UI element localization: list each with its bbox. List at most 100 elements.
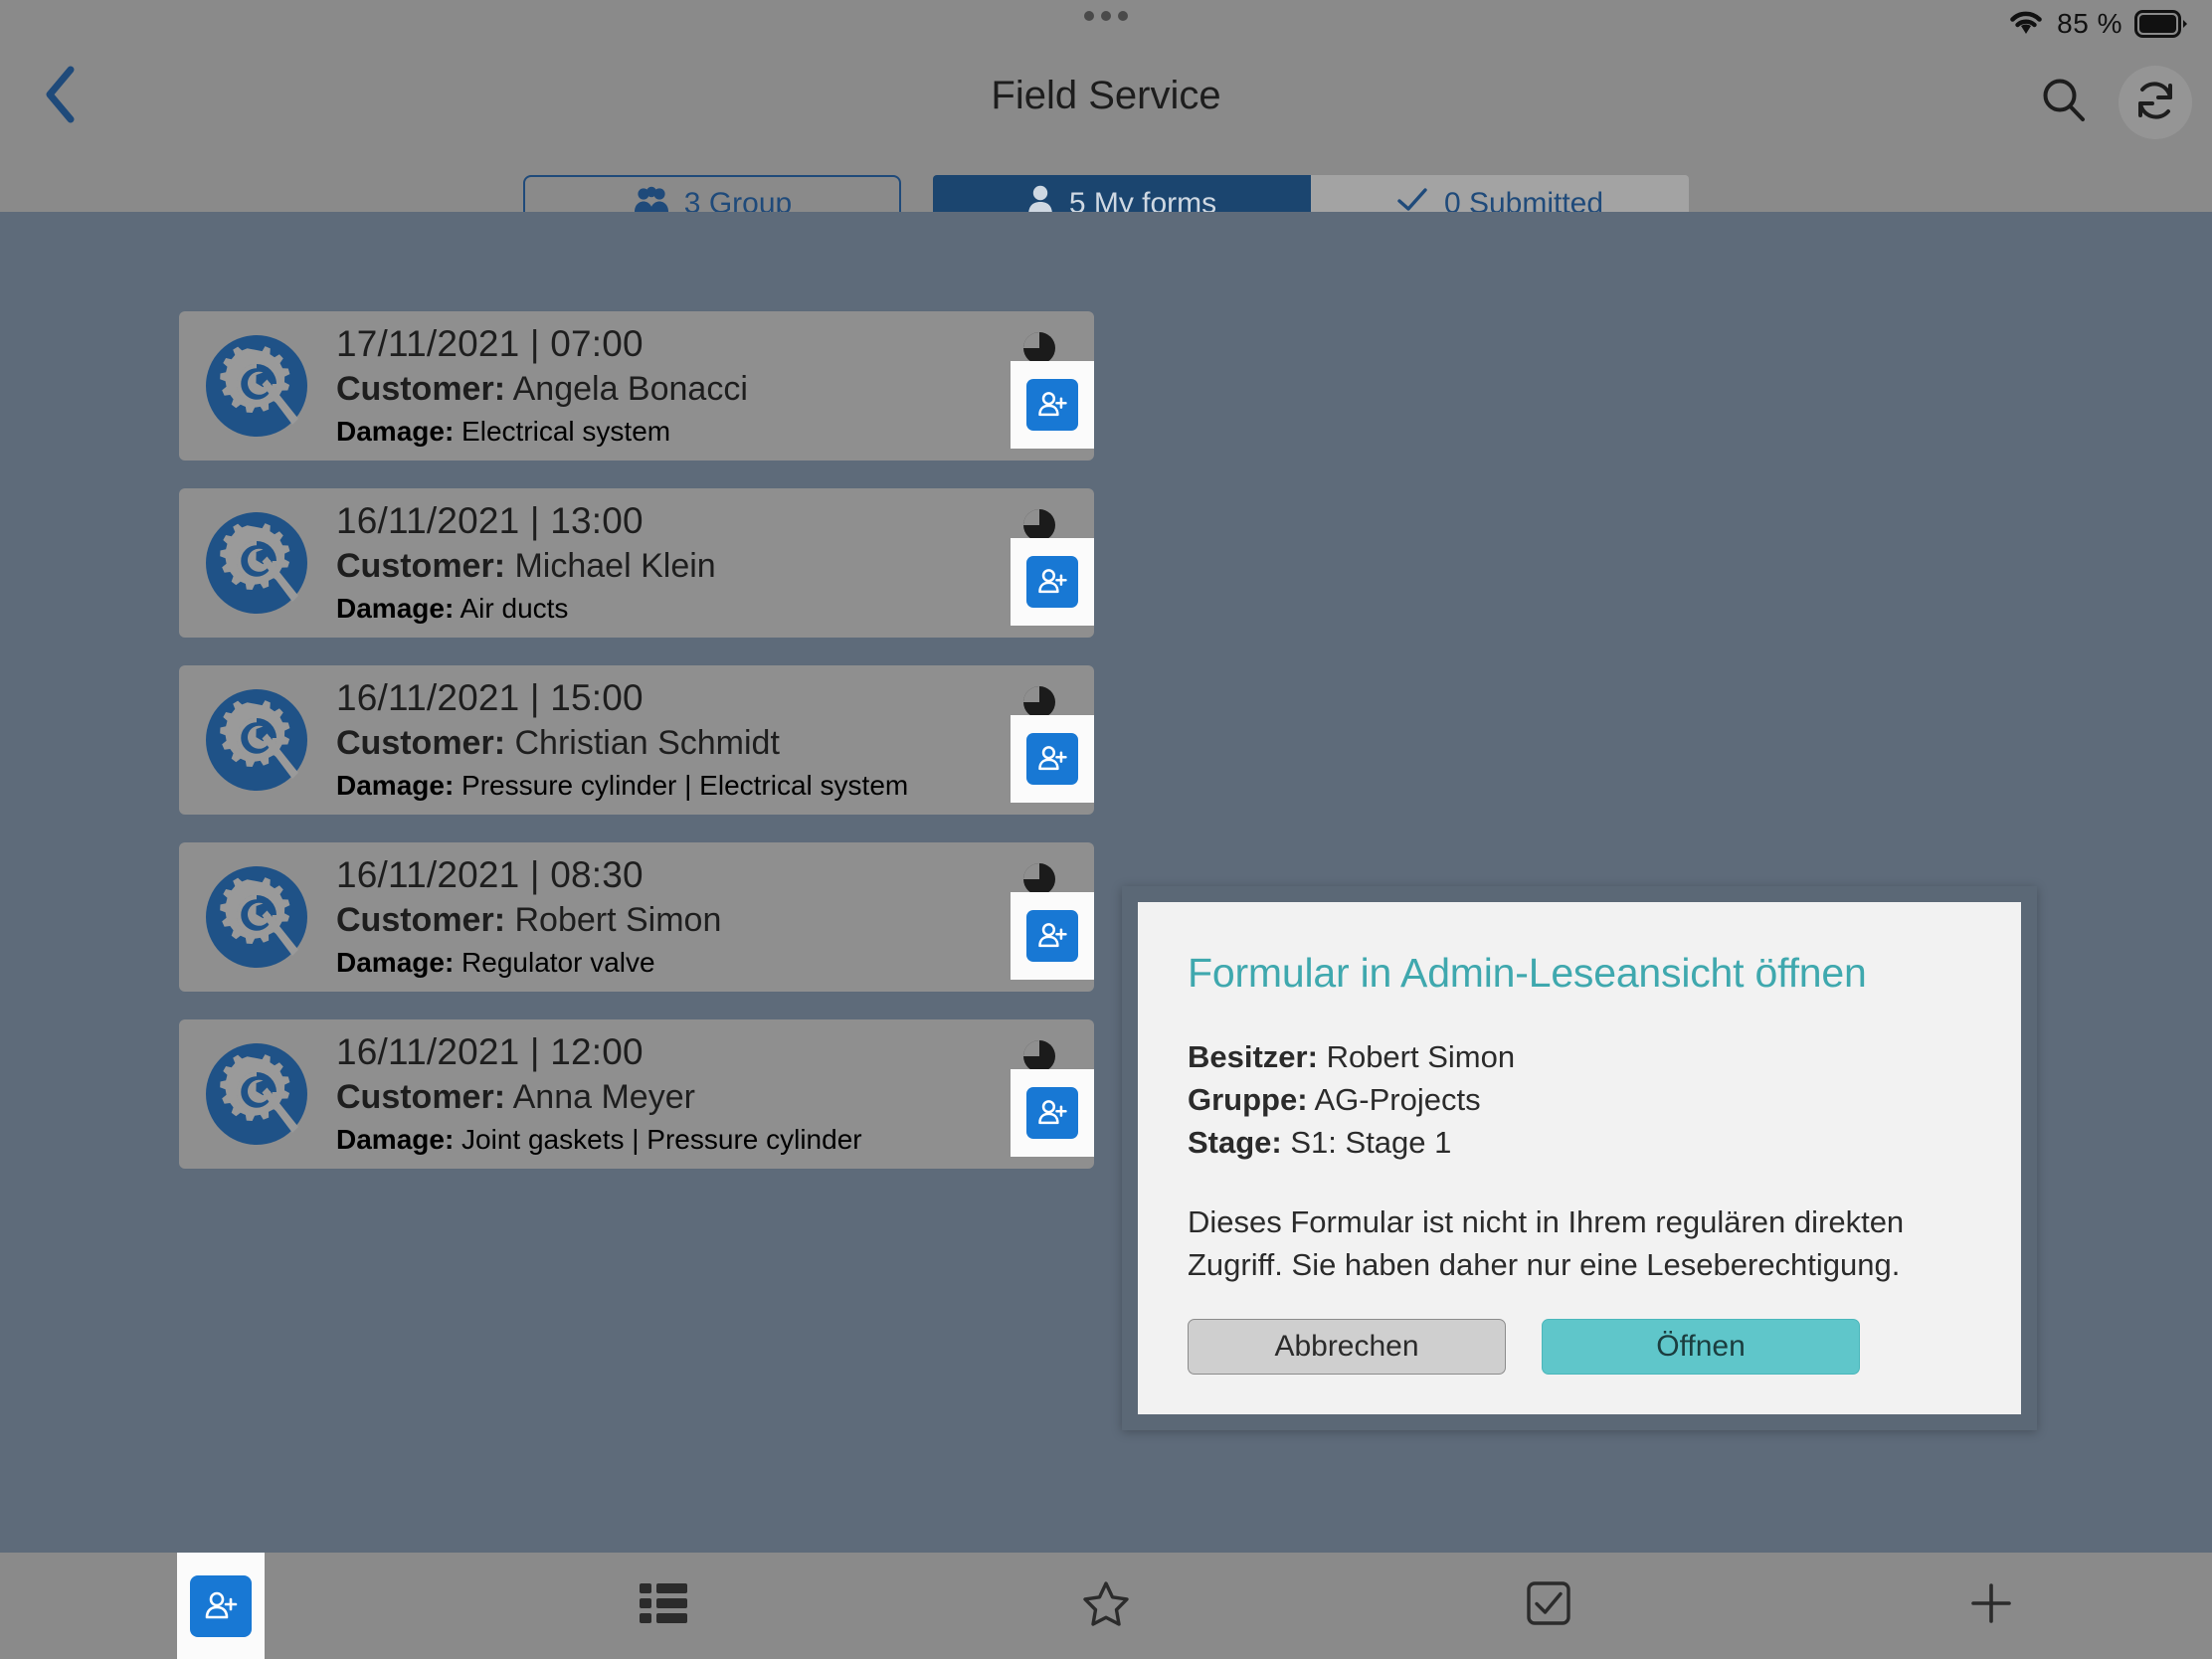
add-person-icon[interactable]	[1026, 556, 1078, 608]
form-card-customer-value: Michael Klein	[514, 547, 716, 586]
app-root: 85 % Field Service 3 Group 5 My forms 0 …	[0, 0, 2212, 1659]
bottom-tab-favorites[interactable]	[885, 1553, 1328, 1659]
wifi-icon	[2007, 7, 2045, 42]
page-title: Field Service	[991, 74, 1221, 117]
form-card-customer-value: Robert Simon	[514, 901, 722, 940]
bottom-tab-add-person[interactable]	[0, 1553, 443, 1659]
form-card-datetime: 16/11/2021 | 08:30	[336, 854, 644, 896]
form-card-damage-key: Damage:	[336, 1123, 455, 1155]
search-button[interactable]	[2027, 66, 2101, 139]
form-card-customer-value: Christian Schmidt	[514, 724, 780, 763]
form-card-damage-value: Electrical system	[461, 415, 671, 447]
dialog-stage-row: Stage: S1: Stage 1	[1188, 1122, 1971, 1165]
form-card-status-icon	[1022, 508, 1056, 542]
bottom-tab-add[interactable]	[1769, 1553, 2212, 1659]
form-card-customer: Customer: Anna Meyer	[336, 1077, 862, 1118]
dialog-message: Dieses Formular ist nicht in Ihrem regul…	[1188, 1204, 1905, 1283]
form-card-datetime: 16/11/2021 | 13:00	[336, 500, 644, 542]
form-card-damage-value: Pressure cylinder | Electrical system	[461, 769, 909, 801]
dialog-panel: Formular in Admin-Leseansicht öffnen Bes…	[1138, 902, 2021, 1414]
admin-read-dialog: Formular in Admin-Leseansicht öffnen Bes…	[1122, 886, 2037, 1430]
app-header: Field Service 3 Group 5 My forms 0 Submi…	[0, 48, 2212, 233]
form-card-damage: Damage: Electrical system	[336, 414, 748, 449]
open-button[interactable]: Öffnen	[1542, 1319, 1860, 1375]
pie-quarter-icon	[1023, 1040, 1055, 1072]
form-card-share-slot	[1011, 538, 1094, 626]
form-card-damage-value: Joint gaskets | Pressure cylinder	[461, 1123, 862, 1155]
form-card-body: 16/11/2021 | 12:00 Customer: Anna Meyer …	[336, 1031, 862, 1156]
form-card-damage-key: Damage:	[336, 415, 455, 447]
gear-wrench-icon	[206, 1043, 307, 1145]
add-person-icon[interactable]	[1026, 733, 1078, 785]
form-card-status-icon	[1022, 1039, 1056, 1073]
form-card-damage-value: Regulator valve	[461, 946, 655, 978]
gear-wrench-icon	[205, 688, 308, 792]
bottom-tab-list[interactable]	[443, 1553, 885, 1659]
gear-wrench-icon	[205, 334, 308, 438]
checkbox-check-icon	[1525, 1579, 1572, 1632]
form-card-customer-key: Customer:	[336, 547, 506, 586]
add-person-icon	[190, 1574, 253, 1637]
header-actions	[2027, 66, 2192, 139]
gear-wrench-icon	[205, 865, 308, 969]
gear-wrench-icon	[205, 1042, 308, 1146]
dialog-group-key: Gruppe:	[1188, 1081, 1308, 1117]
form-card-share-slot	[1011, 361, 1094, 449]
form-card-share-slot	[1011, 892, 1094, 980]
form-card[interactable]: 16/11/2021 | 15:00 Customer: Christian S…	[179, 665, 1094, 815]
form-card-customer-key: Customer:	[336, 1078, 506, 1117]
form-card[interactable]: 16/11/2021 | 08:30 Customer: Robert Simo…	[179, 842, 1094, 992]
form-card-damage: Damage: Pressure cylinder | Electrical s…	[336, 768, 908, 803]
form-card-body: 16/11/2021 | 13:00 Customer: Michael Kle…	[336, 500, 716, 625]
form-card-customer-key: Customer:	[336, 724, 506, 763]
form-card-damage: Damage: Regulator valve	[336, 945, 721, 980]
grabber-dot	[1101, 11, 1111, 21]
battery-percent-label: 85 %	[2057, 8, 2122, 39]
dialog-owner-row: Besitzer: Robert Simon	[1188, 1036, 1971, 1079]
form-card-damage-value: Air ducts	[460, 592, 569, 624]
dialog-title: Formular in Admin-Leseansicht öffnen	[1188, 950, 1867, 996]
form-card[interactable]: 16/11/2021 | 12:00 Customer: Anna Meyer …	[179, 1019, 1094, 1169]
add-person-icon[interactable]	[1026, 910, 1078, 962]
battery-icon	[2134, 9, 2190, 39]
form-card-share-slot	[1011, 1069, 1094, 1157]
dialog-actions: Abbrechen Öffnen	[1188, 1319, 1971, 1375]
form-card-customer-value: Angela Bonacci	[512, 370, 748, 409]
dialog-stage-value: S1: Stage 1	[1290, 1124, 1452, 1160]
gear-wrench-icon	[206, 335, 307, 437]
form-card-damage-key: Damage:	[336, 769, 455, 801]
pie-quarter-icon	[1023, 863, 1055, 895]
bottom-tab-tasks[interactable]	[1327, 1553, 1769, 1659]
form-card[interactable]: 17/11/2021 | 07:00 Customer: Angela Bona…	[179, 311, 1094, 461]
form-card-body: 16/11/2021 | 15:00 Customer: Christian S…	[336, 677, 908, 802]
form-card-share-slot	[1011, 715, 1094, 803]
form-card-datetime: 17/11/2021 | 07:00	[336, 323, 644, 365]
form-card[interactable]: 16/11/2021 | 13:00 Customer: Michael Kle…	[179, 488, 1094, 638]
dialog-group-row: Gruppe: AG-Projects	[1188, 1079, 1971, 1122]
refresh-button[interactable]	[2119, 66, 2192, 139]
form-card-datetime: 16/11/2021 | 12:00	[336, 1031, 644, 1073]
dialog-group-value: AG-Projects	[1314, 1081, 1481, 1117]
form-card-status-icon	[1022, 331, 1056, 365]
pie-quarter-icon	[1023, 509, 1055, 541]
form-card-body: 17/11/2021 | 07:00 Customer: Angela Bona…	[336, 323, 748, 448]
refresh-icon	[2130, 76, 2180, 130]
form-card-datetime: 16/11/2021 | 15:00	[336, 677, 644, 719]
form-card-customer: Customer: Christian Schmidt	[336, 723, 908, 764]
gear-wrench-icon	[206, 866, 307, 968]
add-person-icon[interactable]	[1026, 1087, 1078, 1139]
form-card-customer: Customer: Robert Simon	[336, 900, 721, 941]
status-bar-right: 85 %	[2007, 7, 2190, 42]
add-person-icon[interactable]	[1026, 379, 1078, 431]
dialog-owner-value: Robert Simon	[1326, 1039, 1516, 1074]
cancel-button[interactable]: Abbrechen	[1188, 1319, 1506, 1375]
list-icon	[638, 1580, 689, 1631]
multitask-grabber[interactable]	[1084, 11, 1128, 21]
grabber-dot	[1118, 11, 1128, 21]
form-card-customer-value: Anna Meyer	[512, 1078, 695, 1117]
status-bar: 85 %	[0, 0, 2212, 48]
form-card-customer: Customer: Michael Klein	[336, 546, 716, 587]
bottom-tab-bar	[0, 1553, 2212, 1659]
gear-wrench-icon	[205, 511, 308, 615]
dialog-owner-key: Besitzer:	[1188, 1039, 1318, 1074]
